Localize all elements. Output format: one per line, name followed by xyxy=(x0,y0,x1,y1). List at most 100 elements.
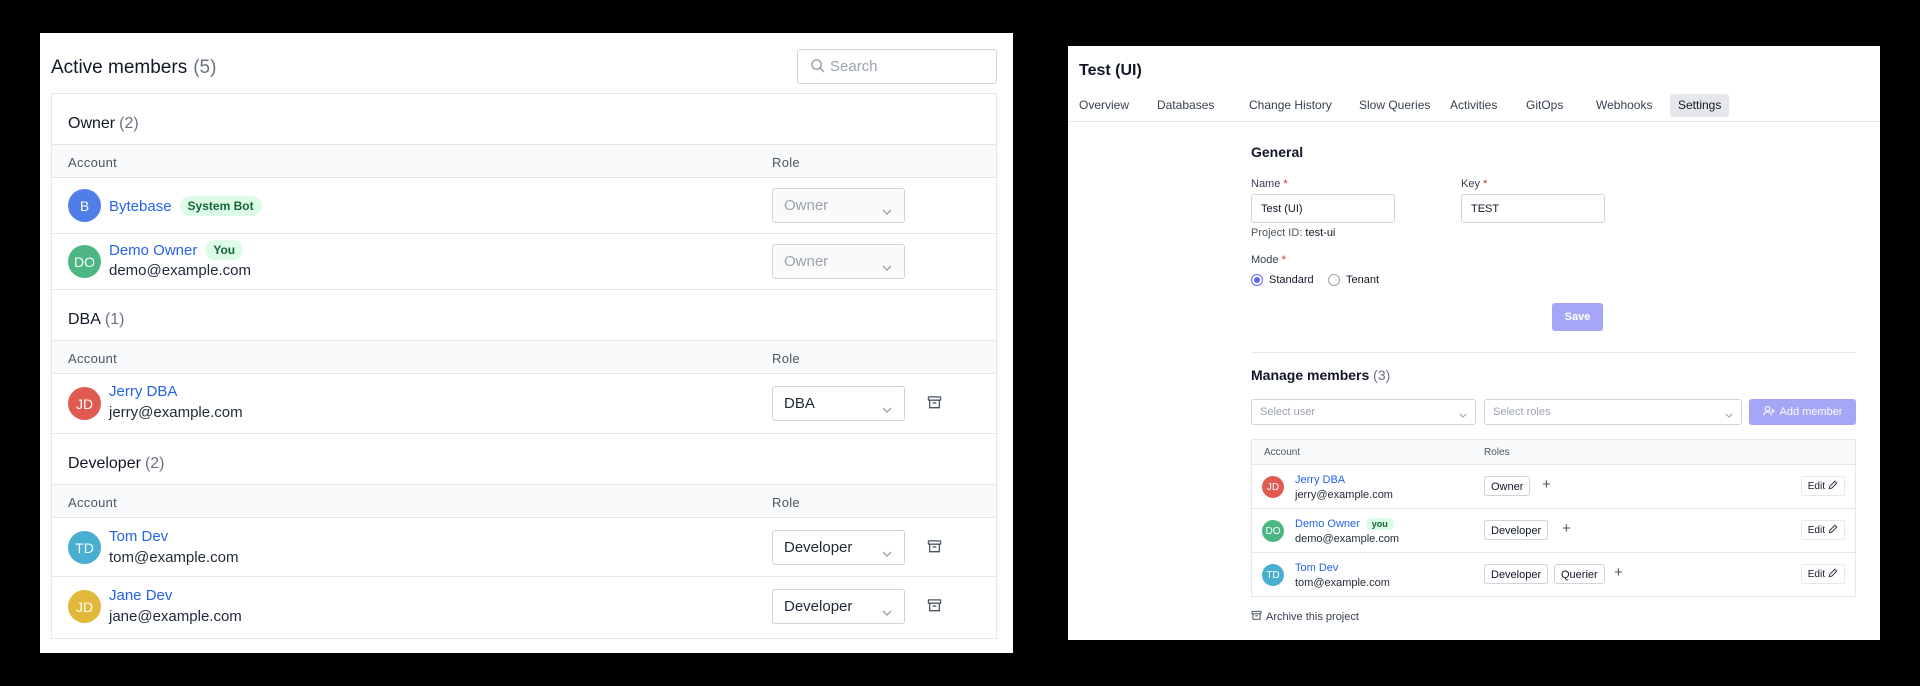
member-row-jerry: JD Jerry DBA jerry@example.com DBA xyxy=(52,374,996,434)
role-select[interactable]: Developer xyxy=(772,589,905,624)
member-name-link[interactable]: Tom Dev xyxy=(109,528,168,545)
role-select[interactable]: DBA xyxy=(772,386,905,421)
avatar: DO xyxy=(68,245,101,278)
group-dba-count: (1) xyxy=(104,311,125,328)
archive-icon[interactable] xyxy=(927,598,942,618)
tab-change-history[interactable]: Change History xyxy=(1241,94,1340,117)
tab-activities[interactable]: Activities xyxy=(1442,94,1505,117)
project-id-label: Project ID: xyxy=(1251,227,1303,239)
avatar: JD xyxy=(68,387,101,420)
search-input[interactable] xyxy=(830,51,990,82)
plus-icon[interactable]: + xyxy=(1614,565,1623,581)
group-title-developer: Developer (2) xyxy=(52,434,996,484)
tab-databases[interactable]: Databases xyxy=(1149,94,1222,117)
tab-overview[interactable]: Overview xyxy=(1071,94,1137,117)
column-header: Account Role xyxy=(52,340,996,374)
manage-members-count: (3) xyxy=(1373,367,1391,383)
select-user-placeholder: Select user xyxy=(1260,406,1316,418)
save-button[interactable]: Save xyxy=(1552,303,1603,331)
tab-settings[interactable]: Settings xyxy=(1670,94,1730,117)
active-members-panel: Active members(5) Owner(2) Account Role … xyxy=(40,33,1013,653)
edit-button[interactable]: Edit xyxy=(1800,476,1845,496)
chevron-down-icon xyxy=(882,544,892,561)
group-developer-label: Developer xyxy=(68,455,141,472)
col-role: Role xyxy=(772,351,800,366)
member-name: Jane Dev xyxy=(109,587,172,604)
member-row-tom: TD Tom Dev tom@example.com Developer xyxy=(52,518,996,577)
tab-slow-queries[interactable]: Slow Queries xyxy=(1351,94,1438,117)
member-email: tom@example.com xyxy=(1295,577,1390,589)
select-user-dropdown[interactable]: Select user xyxy=(1251,399,1476,425)
add-member-button[interactable]: Add member xyxy=(1749,399,1856,425)
plus-icon[interactable]: + xyxy=(1562,521,1571,537)
chevron-down-icon xyxy=(1725,409,1733,421)
edit-label: Edit xyxy=(1807,480,1825,492)
mode-standard-radio[interactable]: Standard xyxy=(1251,274,1314,286)
member-name-link[interactable]: Jerry DBA xyxy=(109,383,177,400)
role-select-value: Developer xyxy=(784,598,853,615)
tab-webhooks[interactable]: Webhooks xyxy=(1588,94,1660,117)
member-name-link[interactable]: Demo Owner xyxy=(1295,518,1360,530)
chevron-down-icon xyxy=(882,603,892,620)
member-row-jane: JD Jane Dev jane@example.com Developer xyxy=(52,577,996,636)
col-account: Account xyxy=(68,495,118,510)
members-count: (5) xyxy=(193,57,217,78)
project-title: Test (UI) xyxy=(1079,62,1142,79)
project-member-row-tom: TD Tom Dev tom@example.com Developer Que… xyxy=(1252,553,1855,597)
chevron-down-icon xyxy=(1459,409,1467,421)
group-dba-label: DBA xyxy=(68,311,101,328)
archive-icon[interactable] xyxy=(927,395,942,415)
archive-icon[interactable] xyxy=(927,539,942,559)
radio-checked-icon xyxy=(1251,274,1263,286)
member-row-demo-owner: DO Demo Owner You demo@example.com Owner xyxy=(52,234,996,290)
group-title-dba: DBA (1) xyxy=(52,290,996,340)
role-chip: Owner xyxy=(1484,476,1531,496)
name-input[interactable] xyxy=(1251,194,1395,223)
name-label: Name * xyxy=(1251,178,1288,190)
archive-project-label: Archive this project xyxy=(1266,611,1359,623)
col-account: Account xyxy=(1264,447,1301,458)
member-name: Demo Owner you xyxy=(1295,518,1394,530)
mode-label: Mode * xyxy=(1251,254,1286,266)
member-name-link[interactable]: Bytebase xyxy=(109,198,172,215)
edit-button[interactable]: Edit xyxy=(1800,564,1845,584)
group-developer-count: (2) xyxy=(144,455,165,472)
avatar: JD xyxy=(68,590,101,623)
mode-tenant-radio[interactable]: Tenant xyxy=(1328,274,1379,286)
role-select-value: Owner xyxy=(784,253,829,270)
col-role: Role xyxy=(772,155,800,170)
member-name[interactable]: Jerry DBA xyxy=(1295,474,1345,486)
role-select[interactable]: Owner xyxy=(772,188,905,223)
manage-members-title-text: Manage members xyxy=(1251,367,1370,383)
select-roles-placeholder: Select roles xyxy=(1493,406,1551,418)
plus-icon[interactable]: + xyxy=(1542,477,1551,493)
pencil-icon xyxy=(1825,524,1838,537)
group-owner-count: (2) xyxy=(119,115,139,132)
you-badge: you xyxy=(1365,518,1394,530)
member-name-link[interactable]: Jane Dev xyxy=(109,587,172,604)
search-box[interactable] xyxy=(797,49,997,84)
role-select[interactable]: Owner xyxy=(772,244,905,279)
role-select-value: Developer xyxy=(784,539,853,556)
member-name[interactable]: Tom Dev xyxy=(1295,562,1338,574)
edit-button[interactable]: Edit xyxy=(1800,520,1845,540)
search-icon xyxy=(810,58,825,78)
member-name: Jerry DBA xyxy=(109,383,177,400)
column-header: Account Role xyxy=(52,144,996,178)
avatar: TD xyxy=(68,531,101,564)
key-input[interactable] xyxy=(1461,194,1605,223)
pencil-icon xyxy=(1825,568,1838,581)
tab-gitops[interactable]: GitOps xyxy=(1518,94,1571,117)
member-name-link[interactable]: Demo Owner xyxy=(109,242,197,259)
project-id: Project ID: test-ui xyxy=(1251,227,1335,239)
system-bot-badge: System Bot xyxy=(179,196,262,216)
manage-members-title: Manage members (3) xyxy=(1251,367,1390,383)
select-roles-dropdown[interactable]: Select roles xyxy=(1484,399,1742,425)
member-email: tom@example.com xyxy=(109,549,239,566)
user-plus-icon xyxy=(1762,405,1780,420)
avatar: JD xyxy=(1262,476,1284,498)
role-select[interactable]: Developer xyxy=(772,530,905,565)
key-label-text: Key xyxy=(1461,178,1480,190)
edit-label: Edit xyxy=(1807,568,1825,580)
archive-project-link[interactable]: Archive this project xyxy=(1251,610,1359,624)
